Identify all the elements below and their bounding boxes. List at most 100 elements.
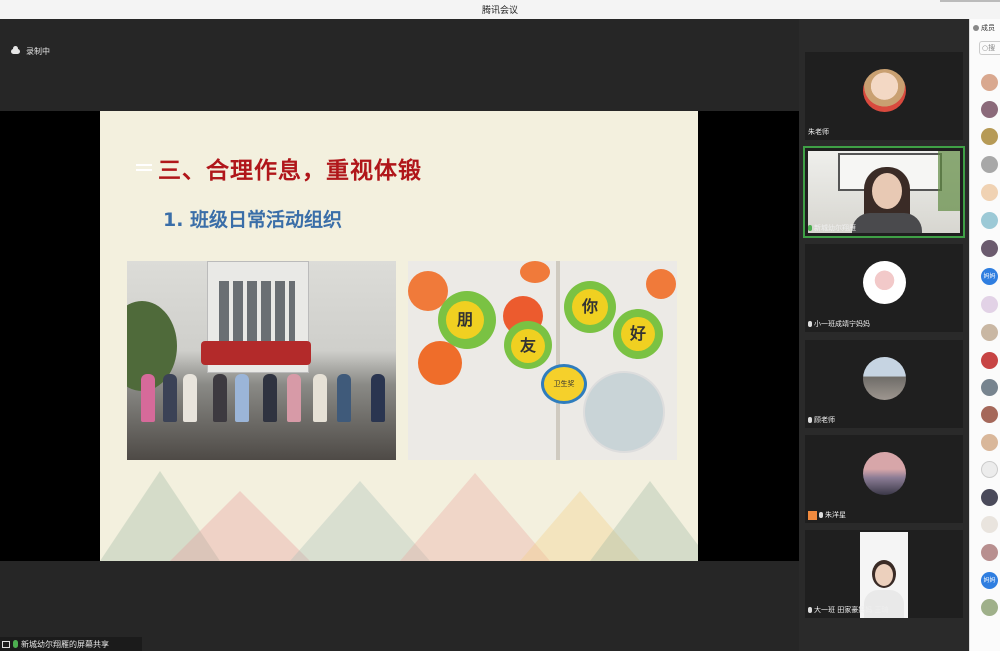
photo-child <box>263 374 277 422</box>
member-avatar[interactable] <box>981 240 998 257</box>
participant-video <box>808 151 960 233</box>
member-avatar[interactable] <box>981 379 998 396</box>
member-avatar[interactable] <box>981 184 998 201</box>
search-placeholder: 搜 <box>988 44 996 52</box>
participant-tile[interactable]: 大一班 田家豪妈妈 王琦 <box>805 530 963 618</box>
porthole-window <box>583 371 665 453</box>
member-avatar[interactable] <box>981 406 998 423</box>
screen-share-label: 新城幼尔翔雁的屏幕共享 <box>21 639 109 649</box>
photo-child <box>313 374 327 422</box>
video-person-face <box>872 173 902 209</box>
video-person-face <box>875 564 893 586</box>
photo-child <box>287 374 301 422</box>
member-avatar[interactable] <box>981 296 998 313</box>
member-avatar[interactable] <box>981 599 998 616</box>
participant-name: 顾老师 <box>814 416 835 424</box>
paper-flower <box>418 341 462 385</box>
member-avatar[interactable] <box>981 352 998 369</box>
screen-share-area: 三、合理作息，重视体锻 1. 班级日常活动组织 朋 友 你 好 卫生奖 <box>0 111 799 561</box>
top-zone: 录制中 <box>0 19 799 111</box>
host-icon <box>808 510 817 520</box>
recording-label: 录制中 <box>26 47 50 56</box>
titlebar-accent <box>940 0 1000 2</box>
participant-tile[interactable]: 朱老师 <box>805 52 963 140</box>
participant-label: 大一班 田家豪妈妈 王琦 <box>808 605 888 615</box>
avatar <box>863 452 906 495</box>
screen-share-icon <box>2 640 10 648</box>
microphone-muted-icon <box>808 417 812 423</box>
paper-character: 好 <box>621 317 655 351</box>
member-search-input[interactable]: ○搜 <box>979 41 1000 55</box>
participant-label: 小一班成靖宁妈妈 <box>808 319 870 329</box>
microphone-muted-icon <box>819 512 823 518</box>
avatar <box>863 69 906 112</box>
slide-photo-children <box>127 261 396 460</box>
members-sidebar: 成员 ○搜 妈妈 妈妈 <box>969 19 1000 651</box>
photo-child <box>213 374 227 422</box>
participant-name: 朱洋星 <box>825 511 846 519</box>
members-header-label: 成员 <box>981 24 995 32</box>
member-avatar[interactable] <box>981 544 998 561</box>
microphone-icon <box>808 225 812 231</box>
slide-decoration <box>136 169 152 171</box>
photo-child <box>183 374 197 422</box>
member-avatar[interactable]: 妈妈 <box>981 268 998 285</box>
screen-share-status[interactable]: 新城幼尔翔雁的屏幕共享 <box>0 637 142 651</box>
member-avatar[interactable] <box>981 489 998 506</box>
microphone-muted-icon <box>808 607 812 613</box>
slide-decoration <box>136 164 152 166</box>
app-title: 腾讯会议 <box>481 6 518 16</box>
photo-child <box>163 374 177 422</box>
person-icon <box>973 25 979 31</box>
member-avatar[interactable] <box>981 516 998 533</box>
photo-door-gap <box>556 261 560 460</box>
participant-label: 朱老师 <box>808 127 829 137</box>
paper-character: 朋 <box>446 301 484 339</box>
avatar <box>863 357 906 400</box>
video-person-body <box>852 213 922 233</box>
member-avatar[interactable] <box>981 434 998 451</box>
hygiene-award-badge: 卫生奖 <box>541 364 587 404</box>
paper-character: 你 <box>572 289 608 325</box>
participant-name: 大一班 田家豪妈妈 王琦 <box>814 606 889 614</box>
member-avatar[interactable] <box>981 156 998 173</box>
photo-child <box>235 374 249 422</box>
member-avatar[interactable] <box>981 74 998 91</box>
avatar <box>863 261 906 304</box>
participant-label: 朱洋星 <box>808 510 846 520</box>
microphone-icon <box>13 640 18 648</box>
participant-name: 新城幼尔翔雁 <box>814 224 856 232</box>
member-avatar[interactable] <box>981 101 998 118</box>
participant-tile[interactable]: 朱洋星 <box>805 435 963 523</box>
photo-windows <box>219 281 295 341</box>
slide-photo-door: 朋 友 你 好 卫生奖 <box>408 261 677 460</box>
member-avatar[interactable]: 妈妈 <box>981 572 998 589</box>
window-titlebar: 腾讯会议 <box>0 0 1000 20</box>
participants-video-panel: 朱老师 新城幼尔翔雁 小一班成靖宁妈妈 顾老师 朱洋星 大一班 田家豪妈妈 王琦 <box>799 19 969 651</box>
member-avatar[interactable] <box>981 461 998 478</box>
paper-flower <box>520 261 550 283</box>
slide-subtitle: 1. 班级日常活动组织 <box>163 209 343 231</box>
slide-decoration <box>590 481 698 561</box>
participant-tile-active-speaker[interactable]: 新城幼尔翔雁 <box>803 146 965 238</box>
photo-child <box>141 374 155 422</box>
paper-flower <box>646 269 676 299</box>
paper-character: 友 <box>511 329 545 363</box>
member-avatar[interactable] <box>981 212 998 229</box>
members-header[interactable]: 成员 <box>973 23 995 33</box>
slide-decoration <box>170 491 310 561</box>
microphone-muted-icon <box>808 321 812 327</box>
slide-title: 三、合理作息，重视体锻 <box>158 158 422 184</box>
participant-tile[interactable]: 顾老师 <box>805 340 963 428</box>
presentation-slide: 三、合理作息，重视体锻 1. 班级日常活动组织 朋 友 你 好 卫生奖 <box>100 111 698 561</box>
participant-label: 新城幼尔翔雁 <box>808 223 856 233</box>
photo-child <box>337 374 351 422</box>
member-avatar[interactable] <box>981 324 998 341</box>
participant-tile[interactable]: 小一班成靖宁妈妈 <box>805 244 963 332</box>
meeting-stage: 录制中 三、合理作息，重视体锻 1. 班级日常活动组织 朋 友 你 好 卫生奖 <box>0 19 799 651</box>
recording-indicator[interactable]: 录制中 <box>11 46 50 57</box>
member-avatar[interactable] <box>981 128 998 145</box>
photo-children-back-row <box>201 341 311 365</box>
participant-label: 顾老师 <box>808 415 835 425</box>
cloud-icon <box>11 46 20 54</box>
